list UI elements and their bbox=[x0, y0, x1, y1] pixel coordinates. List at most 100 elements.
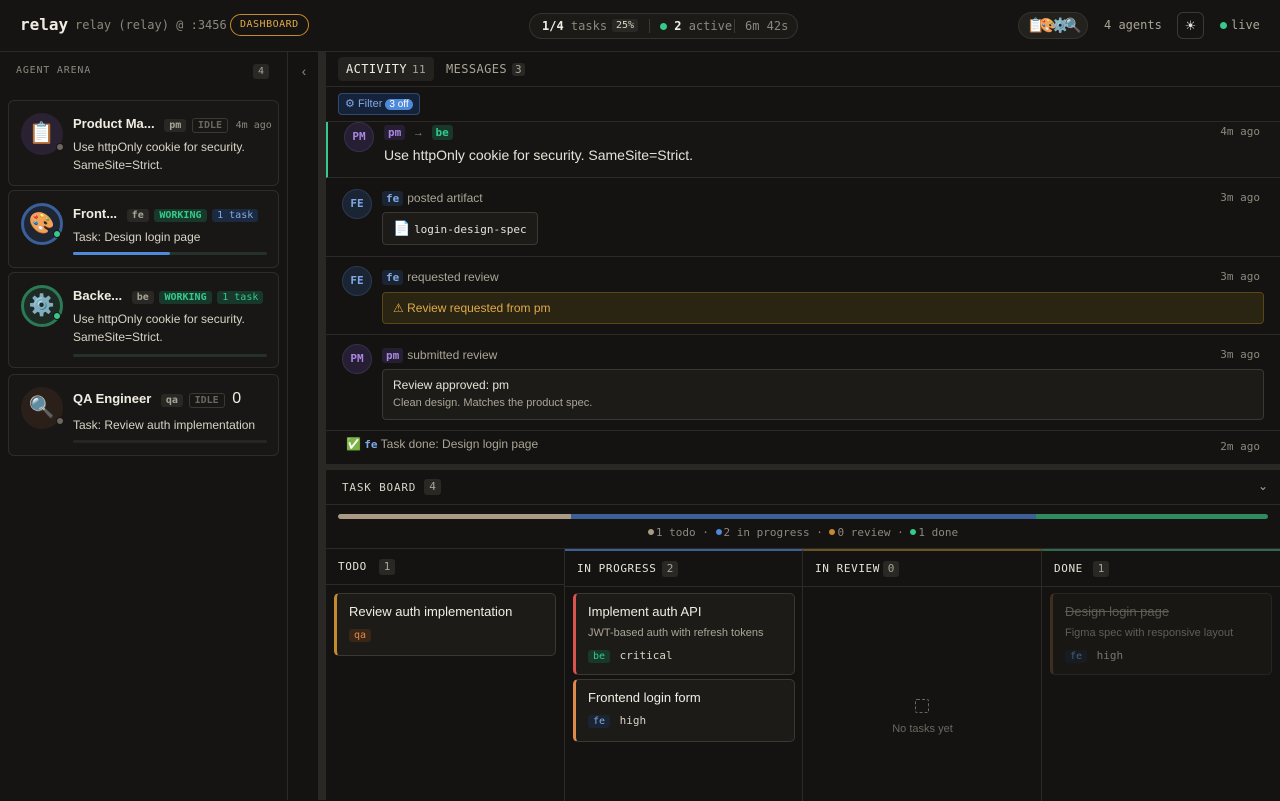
task-card[interactable]: Design login page Figma spec with respon… bbox=[1050, 593, 1272, 675]
agent-meta: 0 bbox=[232, 390, 242, 407]
chevron-down-icon[interactable]: ⌄ bbox=[1258, 479, 1268, 493]
status-dot bbox=[53, 230, 61, 238]
document-icon: 📄 bbox=[393, 220, 411, 236]
status-badge: WORKING bbox=[159, 291, 212, 304]
tab-count: 3 bbox=[512, 63, 526, 76]
filter-button[interactable]: ⚙ Filter 3 off bbox=[338, 93, 420, 115]
message-event[interactable]: PM pm → be Use httpOnly cookie for secur… bbox=[326, 122, 1280, 178]
column-count: 1 bbox=[1093, 561, 1109, 577]
live-indicator: live bbox=[1220, 18, 1260, 32]
avatar: FE bbox=[342, 266, 372, 296]
legend-todo: 1 todo bbox=[655, 526, 696, 539]
column-count: 2 bbox=[662, 561, 678, 577]
legend-dot bbox=[647, 529, 654, 535]
magnifier-icon: 🔍 bbox=[21, 387, 64, 429]
board-legend: 1 todo · 2 in progress · 0 review · 1 do… bbox=[326, 526, 1280, 539]
artifact-event: FE fe posted artifact 📄 login-design-spec… bbox=[326, 178, 1280, 257]
collapse-sidebar-icon[interactable]: ‹ bbox=[296, 63, 312, 79]
column-count: 0 bbox=[883, 561, 899, 577]
agent-progress-bar bbox=[73, 440, 267, 443]
elapsed-time: 6m 42s bbox=[745, 19, 789, 33]
legend-in-progress: 2 in progress bbox=[723, 526, 810, 539]
tab-label: ACTIVITY bbox=[346, 62, 407, 76]
review-request-text: Review requested from pm bbox=[407, 301, 551, 315]
palette-icon: 🎨 bbox=[21, 203, 63, 245]
tasks-fraction: 1/4 bbox=[542, 19, 564, 33]
status-badge: WORKING bbox=[154, 209, 207, 222]
status-dot bbox=[56, 143, 64, 151]
artifact-chip[interactable]: 📄 login-design-spec bbox=[382, 212, 538, 245]
sidebar-count: 4 bbox=[253, 64, 269, 79]
agent-card-pm[interactable]: 📋 Product Ma... pm IDLE 4m ago Use httpO… bbox=[8, 100, 279, 186]
tab-activity[interactable]: ACTIVITY 11 bbox=[338, 57, 435, 81]
agent-desc: Task: Design login page bbox=[73, 230, 201, 244]
avatar: PM bbox=[342, 344, 372, 374]
column-todo: TODO 1 Review auth implementation qa bbox=[326, 549, 565, 801]
agent-card-fe[interactable]: 🎨 Front... fe WORKING 1 task Task: Desig… bbox=[8, 190, 279, 268]
column-in-review: IN REVIEW 0 No tasks yet bbox=[803, 549, 1042, 801]
task-card[interactable]: Frontend login form fe high bbox=[573, 679, 795, 742]
priority: critical bbox=[619, 649, 673, 662]
status-badge: IDLE bbox=[191, 118, 229, 133]
avatar: PM bbox=[344, 122, 374, 152]
status-badge: IDLE bbox=[188, 393, 225, 408]
board-columns: TODO 1 Review auth implementation qa IN P… bbox=[326, 548, 1280, 801]
dashboard-badge[interactable]: DASHBOARD bbox=[230, 14, 309, 36]
agent-name: Front... bbox=[73, 206, 118, 221]
task-desc: Figma spec with responsive layout bbox=[1065, 627, 1234, 639]
assignee-tag: fe bbox=[588, 715, 611, 728]
agent-desc: Use httpOnly cookie for security. SameSi… bbox=[73, 312, 245, 344]
agent-name: Product Ma... bbox=[73, 116, 155, 131]
task-title: Implement auth API bbox=[588, 604, 702, 619]
board-progress-bar bbox=[338, 514, 1268, 519]
empty-box-icon bbox=[915, 699, 929, 713]
task-title: Review auth implementation bbox=[349, 604, 513, 619]
panel-divider[interactable] bbox=[318, 52, 326, 800]
agent-name: Backe... bbox=[73, 288, 123, 303]
filter-bar: ⚙ Filter 3 off bbox=[326, 87, 1280, 122]
agent-card-be[interactable]: ⚙️ Backe... be WORKING 1 task Use httpOn… bbox=[8, 272, 279, 368]
top-bar: relay relay (relay) @ :3456 DASHBOARD 1/… bbox=[0, 0, 1280, 52]
status-dot bbox=[53, 312, 61, 320]
progress-todo bbox=[338, 514, 571, 519]
tab-messages[interactable]: MESSAGES 3 bbox=[438, 57, 533, 81]
filter-off-badge: 3 off bbox=[385, 99, 413, 110]
agent-arena-sidebar: AGENT ARENA 4 📋 Product Ma... pm IDLE 4m… bbox=[0, 52, 288, 800]
task-card[interactable]: Review auth implementation qa bbox=[334, 593, 556, 656]
live-label: live bbox=[1231, 18, 1260, 32]
active-dot bbox=[660, 23, 667, 30]
empty-state-text: No tasks yet bbox=[892, 723, 953, 735]
timestamp: 2m ago bbox=[1220, 440, 1260, 453]
tasks-percent: 25% bbox=[612, 19, 639, 32]
priority: high bbox=[1096, 649, 1124, 662]
live-dot bbox=[1220, 22, 1227, 29]
active-word: active bbox=[688, 19, 733, 33]
review-body: Clean design. Matches the product spec. bbox=[393, 397, 593, 409]
divider bbox=[734, 19, 735, 33]
tab-bar: ACTIVITY 11 MESSAGES 3 bbox=[326, 52, 1280, 87]
sidebar-title: AGENT ARENA bbox=[16, 65, 92, 76]
tasks-word: tasks bbox=[570, 19, 608, 33]
column-title: IN PROGRESS bbox=[577, 562, 657, 575]
clipboard-icon: 📋 bbox=[21, 113, 64, 155]
review-box: Review approved: pm Clean design. Matche… bbox=[382, 369, 1264, 420]
progress-done bbox=[1035, 514, 1268, 519]
review-request-event: FE fe requested review ⚠ Review requested… bbox=[326, 257, 1280, 335]
timestamp: 3m ago bbox=[1220, 191, 1260, 204]
actor-tag: fe bbox=[382, 191, 404, 206]
assignee-tag: qa bbox=[349, 629, 372, 642]
artifact-name: login-design-spec bbox=[414, 223, 527, 236]
agent-progress-fill bbox=[73, 252, 170, 255]
legend-dot bbox=[715, 529, 722, 535]
task-count-badge: 1 task bbox=[212, 209, 259, 222]
theme-toggle-button[interactable]: ☀ bbox=[1177, 12, 1204, 39]
column-count: 1 bbox=[379, 559, 395, 575]
column-title: IN REVIEW bbox=[815, 562, 881, 575]
agent-avatars[interactable]: 📋🎨⚙️🔍 bbox=[1018, 12, 1088, 39]
task-desc: JWT-based auth with refresh tokens bbox=[588, 627, 764, 639]
actor-tag: fe bbox=[364, 438, 378, 451]
main-panel: ACTIVITY 11 MESSAGES 3 ⚙ Filter 3 off PM pm… bbox=[326, 52, 1280, 801]
task-card[interactable]: Implement auth API JWT-based auth with r… bbox=[573, 593, 795, 675]
tab-count: 11 bbox=[412, 63, 427, 76]
agent-card-qa[interactable]: 🔍 QA Engineer qa IDLE 0 Task: Review aut… bbox=[8, 374, 279, 456]
